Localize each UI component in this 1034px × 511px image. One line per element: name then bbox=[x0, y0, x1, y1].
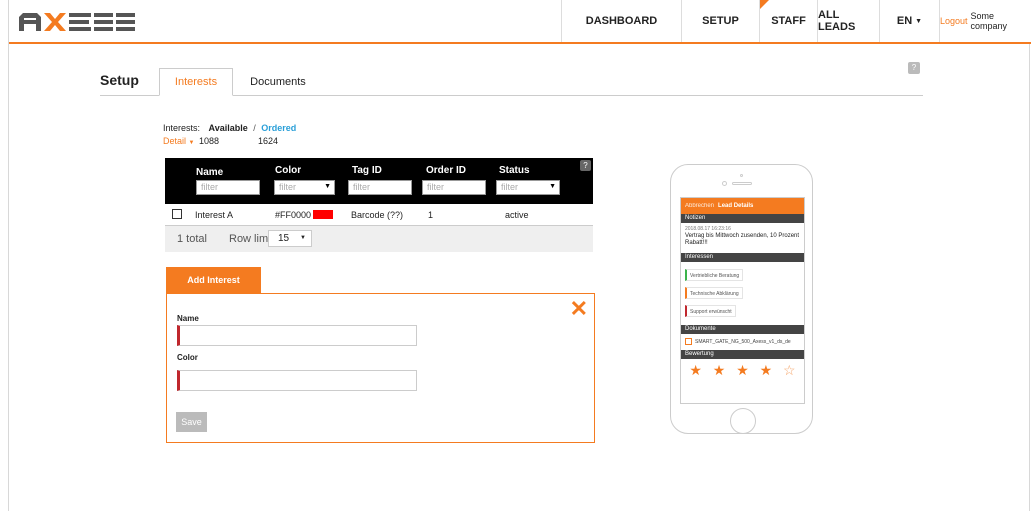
phone-speaker-icon bbox=[732, 182, 752, 185]
summary-separator: / bbox=[253, 123, 256, 133]
nav-dashboard[interactable]: DASHBOARD bbox=[561, 0, 681, 42]
table-help-icon[interactable]: ? bbox=[580, 160, 591, 171]
save-button[interactable]: Save bbox=[176, 412, 207, 432]
tag-id-filter-input[interactable]: filter bbox=[348, 180, 412, 195]
rating-section-header: Bewertung bbox=[681, 350, 804, 359]
name-filter-input[interactable]: filter bbox=[196, 180, 260, 195]
phone-screen: Abbrechen Lead Details Notizen 2018.08.1… bbox=[680, 197, 805, 404]
phone-preview: Abbrechen Lead Details Notizen 2018.08.1… bbox=[670, 164, 813, 434]
page-title: Setup bbox=[100, 72, 139, 88]
note-text: Vertrag bis Mittwoch zusenden, 10 Prozen… bbox=[685, 233, 800, 246]
ordered-toggle[interactable]: Ordered bbox=[261, 123, 296, 133]
tab-interests[interactable]: Interests bbox=[159, 68, 233, 96]
note-item: 2018.08.17 16:23:16 Vertrag bis Mittwoch… bbox=[681, 223, 804, 253]
interests-counts: Detail ▼ 1088 1624 bbox=[163, 136, 278, 146]
column-header-order-id[interactable]: Order ID bbox=[426, 165, 466, 176]
add-interest-tab[interactable]: Add Interest bbox=[166, 267, 261, 293]
top-navigation-bar: DASHBOARD SETUP STAFF ALL LEADS EN ▼ Logo… bbox=[9, 0, 1031, 44]
cell-tag-id: Barcode (??) bbox=[351, 210, 404, 220]
name-field-label: Name bbox=[177, 314, 199, 323]
main-nav: DASHBOARD SETUP STAFF ALL LEADS EN ▼ Logo… bbox=[561, 0, 1031, 42]
total-count: 1 total bbox=[177, 233, 207, 245]
column-header-status[interactable]: Status bbox=[499, 165, 530, 176]
table-footer: 1 total Row limit: 15 bbox=[165, 226, 593, 252]
cell-color: #FF0000 bbox=[275, 210, 334, 220]
nav-all-leads[interactable]: ALL LEADS bbox=[817, 0, 879, 42]
active-flag-icon bbox=[760, 0, 769, 9]
status-filter-select[interactable]: filter bbox=[496, 180, 560, 195]
star-rating[interactable]: ★ ★ ★ ★ ☆ bbox=[681, 359, 804, 381]
interests-section-header: Interessen bbox=[681, 253, 804, 262]
detail-dropdown[interactable]: Detail ▼ bbox=[163, 136, 194, 146]
column-header-tag-id[interactable]: Tag ID bbox=[352, 165, 382, 176]
name-field[interactable] bbox=[177, 325, 417, 346]
help-icon[interactable]: ? bbox=[908, 62, 920, 74]
documents-section-header: Dokumente bbox=[681, 325, 804, 334]
nav-setup[interactable]: SETUP bbox=[681, 0, 759, 42]
cell-color-value: #FF0000 bbox=[275, 210, 312, 220]
language-label: EN bbox=[896, 15, 913, 27]
tab-documents[interactable]: Documents bbox=[243, 68, 313, 96]
star-empty-icon[interactable]: ☆ bbox=[783, 362, 796, 379]
nav-setup-label: SETUP bbox=[702, 15, 739, 27]
available-toggle[interactable]: Available bbox=[209, 123, 248, 133]
color-filter-select[interactable]: filter bbox=[274, 180, 335, 195]
interests-table: Name Color Tag ID Order ID Status filter… bbox=[165, 158, 593, 252]
table-row[interactable]: Interest A #FF0000 Barcode (??) 1 active bbox=[165, 204, 593, 226]
cell-status: active bbox=[505, 210, 529, 220]
row-checkbox[interactable] bbox=[172, 209, 182, 219]
nav-account: Logout Some company bbox=[939, 0, 1031, 42]
interests-list: Vertriebliche Beratung Technische Abklär… bbox=[681, 262, 804, 325]
lead-details-title: Lead Details bbox=[718, 203, 754, 209]
document-item[interactable]: SMART_GATE_NG_500_Axess_v1_ds_de bbox=[681, 334, 804, 350]
phone-camera-icon bbox=[722, 181, 727, 186]
star-filled-icon[interactable]: ★ bbox=[689, 362, 702, 379]
phone-sensor-icon bbox=[740, 174, 743, 177]
nav-dashboard-label: DASHBOARD bbox=[585, 15, 658, 27]
caret-down-icon: ▼ bbox=[188, 140, 195, 146]
summary-label: Interests: bbox=[163, 123, 201, 133]
interest-tag[interactable]: Technische Abklärung bbox=[685, 287, 743, 299]
cell-order-id: 1 bbox=[428, 210, 434, 220]
nav-all-leads-label: ALL LEADS bbox=[818, 9, 856, 33]
column-header-color[interactable]: Color bbox=[275, 165, 301, 176]
document-checkbox[interactable] bbox=[685, 338, 692, 345]
cancel-link[interactable]: Abbrechen bbox=[685, 203, 714, 209]
cell-name: Interest A bbox=[195, 210, 234, 220]
caret-down-icon: ▼ bbox=[915, 17, 923, 25]
color-field-label: Color bbox=[177, 353, 198, 362]
interest-tag[interactable]: Support erwünscht bbox=[685, 305, 736, 317]
order-id-filter-input[interactable]: filter bbox=[422, 180, 486, 195]
detail-label: Detail bbox=[163, 136, 187, 146]
close-icon[interactable]: ✕ bbox=[570, 298, 588, 320]
document-name: SMART_GATE_NG_500_Axess_v1_ds_de bbox=[695, 339, 791, 345]
language-dropdown[interactable]: EN ▼ bbox=[879, 0, 939, 42]
nav-staff[interactable]: STAFF bbox=[759, 0, 817, 42]
notes-section-header: Notizen bbox=[681, 214, 804, 223]
lead-details-header: Abbrechen Lead Details bbox=[681, 198, 804, 214]
available-count: 1088 bbox=[199, 136, 220, 146]
row-limit-select[interactable]: 15 bbox=[268, 230, 312, 247]
color-swatch bbox=[313, 210, 334, 219]
phone-home-button-icon bbox=[730, 408, 756, 434]
logout-link[interactable]: Logout bbox=[940, 16, 968, 26]
star-filled-icon[interactable]: ★ bbox=[713, 362, 726, 379]
company-name: Some company bbox=[970, 11, 1008, 31]
ordered-count: 1624 bbox=[258, 136, 279, 146]
interest-tag[interactable]: Vertriebliche Beratung bbox=[685, 269, 744, 281]
star-filled-icon[interactable]: ★ bbox=[736, 362, 749, 379]
note-date: 2018.08.17 16:23:16 bbox=[685, 226, 731, 232]
interests-summary: Interests: Available / Ordered bbox=[163, 123, 296, 133]
star-filled-icon[interactable]: ★ bbox=[760, 362, 773, 379]
table-header: Name Color Tag ID Order ID Status filter… bbox=[165, 158, 593, 204]
add-interest-form: ✕ Name Color Save bbox=[166, 293, 595, 443]
axess-logo[interactable] bbox=[19, 13, 135, 31]
color-field[interactable] bbox=[177, 370, 417, 391]
nav-staff-label: STAFF bbox=[771, 15, 806, 27]
column-header-name[interactable]: Name bbox=[196, 167, 223, 178]
